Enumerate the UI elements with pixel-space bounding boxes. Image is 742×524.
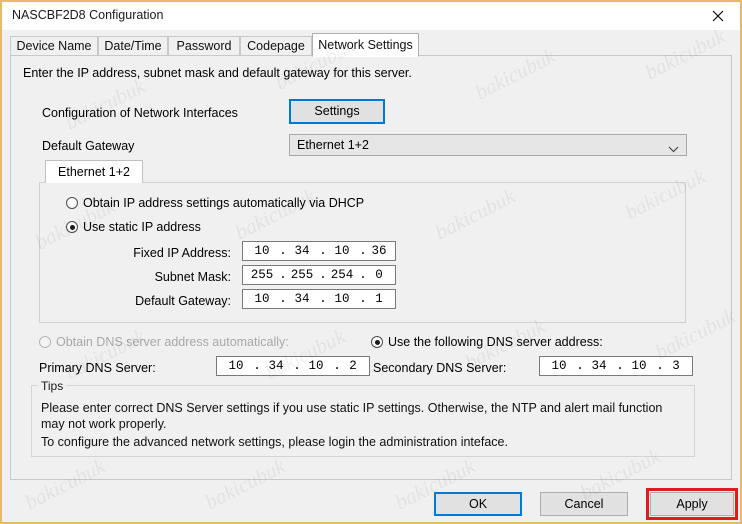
gateway-label: Default Gateway: xyxy=(135,294,231,308)
primary-dns-dot-1: . xyxy=(253,359,261,373)
subnet-dot-2: . xyxy=(319,268,327,282)
primary-dns-octet-1: 10 xyxy=(228,359,244,373)
fixed-ip-octet-1: 10 xyxy=(254,244,270,258)
fixed-ip-dot-1: . xyxy=(279,244,287,258)
subnet-octet-2: 255 xyxy=(290,268,314,282)
radio-static-indicator xyxy=(66,221,78,233)
fixed-ip-input[interactable]: 10 . 34 . 10 . 36 xyxy=(242,241,396,261)
secondary-dns-label: Secondary DNS Server: xyxy=(373,361,507,375)
secondary-dns-input[interactable]: 10 . 34 . 10 . 3 xyxy=(539,356,693,376)
gateway-octet-4: 1 xyxy=(375,292,383,306)
tips-line-2: may not work properly. xyxy=(41,417,167,431)
primary-dns-label: Primary DNS Server: xyxy=(39,361,156,375)
radio-static-label: Use static IP address xyxy=(83,220,201,234)
configuration-window: NASCBF2D8 Configuration Device Name Date… xyxy=(0,0,742,524)
radio-dns-manual-label: Use the following DNS server address: xyxy=(388,335,603,349)
gateway-dot-1: . xyxy=(279,292,287,306)
tab-strip: Device Name Date/Time Password Codepage … xyxy=(10,33,732,57)
window-titlebar: NASCBF2D8 Configuration xyxy=(2,2,740,30)
tips-line-1: Please enter correct DNS Server settings… xyxy=(41,401,663,415)
subnet-mask-label: Subnet Mask: xyxy=(154,270,231,284)
window-title: NASCBF2D8 Configuration xyxy=(12,8,164,22)
radio-obtain-dns-auto[interactable]: Obtain DNS server address automatically: xyxy=(39,335,289,349)
primary-dns-octet-3: 10 xyxy=(308,359,324,373)
gateway-octet-2: 34 xyxy=(294,292,310,306)
secondary-dns-dot-1: . xyxy=(576,359,584,373)
config-interfaces-label: Configuration of Network Interfaces xyxy=(42,106,238,120)
subnet-dot-1: . xyxy=(279,268,287,282)
tab-network-settings[interactable]: Network Settings xyxy=(312,33,419,57)
chevron-down-icon xyxy=(668,142,679,156)
tab-codepage[interactable]: Codepage xyxy=(240,36,312,55)
radio-dns-manual-indicator xyxy=(371,336,383,348)
subnet-octet-3: 254 xyxy=(330,268,354,282)
ok-button[interactable]: OK xyxy=(434,492,522,516)
radio-dhcp-label: Obtain IP address settings automatically… xyxy=(83,196,365,210)
radio-dns-auto-indicator xyxy=(39,336,51,348)
radio-use-static-ip[interactable]: Use static IP address xyxy=(66,220,201,234)
gateway-input[interactable]: 10 . 34 . 10 . 1 xyxy=(242,289,396,309)
tips-legend: Tips xyxy=(38,379,67,393)
default-gateway-select[interactable]: Ethernet 1+2 xyxy=(289,134,687,156)
cancel-button[interactable]: Cancel xyxy=(540,492,628,516)
network-settings-panel: Enter the IP address, subnet mask and de… xyxy=(10,55,732,480)
fixed-ip-label: Fixed IP Address: xyxy=(133,246,231,260)
subnet-octet-1: 255 xyxy=(250,268,274,282)
secondary-dns-octet-4: 3 xyxy=(672,359,680,373)
fixed-ip-octet-2: 34 xyxy=(294,244,310,258)
gateway-octet-1: 10 xyxy=(254,292,270,306)
fixed-ip-octet-4: 36 xyxy=(371,244,387,258)
tips-line-3: To configure the advanced network settin… xyxy=(41,435,508,449)
tab-date-time[interactable]: Date/Time xyxy=(98,36,168,55)
subnet-mask-input[interactable]: 255 . 255 . 254 . 0 xyxy=(242,265,396,285)
radio-obtain-ip-dhcp[interactable]: Obtain IP address settings automatically… xyxy=(66,196,364,210)
gateway-octet-3: 10 xyxy=(334,292,350,306)
subnet-octet-4: 0 xyxy=(375,268,383,282)
radio-dhcp-indicator xyxy=(66,197,78,209)
close-button[interactable] xyxy=(696,2,740,29)
fixed-ip-dot-2: . xyxy=(319,244,327,258)
intro-text: Enter the IP address, subnet mask and de… xyxy=(23,66,412,80)
gateway-dot-2: . xyxy=(319,292,327,306)
fixed-ip-octet-3: 10 xyxy=(334,244,350,258)
secondary-dns-octet-3: 10 xyxy=(631,359,647,373)
tab-password[interactable]: Password xyxy=(168,36,240,55)
secondary-dns-octet-1: 10 xyxy=(551,359,567,373)
primary-dns-dot-2: . xyxy=(293,359,301,373)
apply-button[interactable]: Apply xyxy=(650,492,734,516)
primary-dns-input[interactable]: 10 . 34 . 10 . 2 xyxy=(216,356,370,376)
secondary-dns-octet-2: 34 xyxy=(591,359,607,373)
ethernet-sub-tab[interactable]: Ethernet 1+2 xyxy=(45,160,143,183)
radio-use-following-dns[interactable]: Use the following DNS server address: xyxy=(371,335,603,349)
default-gateway-value: Ethernet 1+2 xyxy=(297,138,369,152)
primary-dns-octet-4: 2 xyxy=(349,359,357,373)
radio-dns-auto-label: Obtain DNS server address automatically: xyxy=(56,335,289,349)
secondary-dns-dot-2: . xyxy=(616,359,624,373)
default-gateway-label: Default Gateway xyxy=(42,139,135,153)
settings-button[interactable]: Settings xyxy=(289,99,385,124)
tab-device-name[interactable]: Device Name xyxy=(10,36,98,55)
primary-dns-octet-2: 34 xyxy=(268,359,284,373)
